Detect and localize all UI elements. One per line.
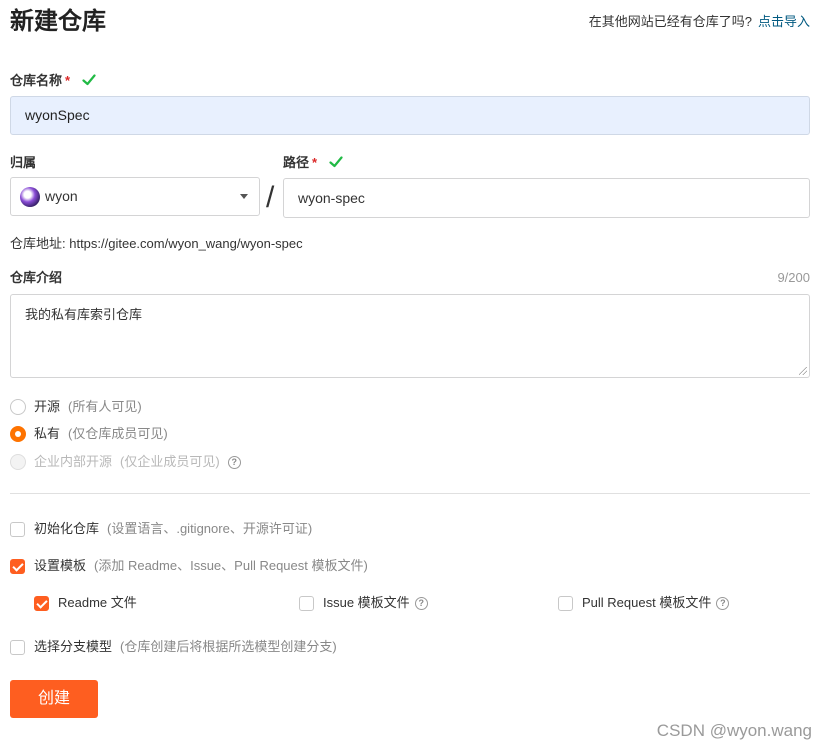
visibility-option-private[interactable]: 私有 (仅仓库成员可见)	[10, 424, 168, 444]
option-label: 设置模板	[34, 558, 87, 573]
template-issue[interactable]: Issue 模板文件 ?	[299, 593, 428, 613]
radio-hint: (仅企业成员可见)	[120, 454, 220, 469]
option-label: Pull Request 模板文件	[582, 595, 712, 610]
path-separator: /	[266, 181, 275, 214]
avatar	[20, 187, 40, 207]
description-textarea[interactable]: 我的私有库索引仓库	[10, 294, 810, 378]
checkbox-issue[interactable]	[299, 595, 314, 611]
description-label: 仓库介绍	[10, 270, 63, 285]
radio-label: 企业内部开源	[34, 454, 113, 469]
option-label: Issue 模板文件	[323, 595, 410, 610]
radio-hint: (所有人可见)	[68, 399, 142, 414]
checkbox-pull-request[interactable]	[558, 595, 573, 611]
chevron-down-icon	[240, 194, 248, 199]
checkbox-init-repo[interactable]	[10, 521, 25, 537]
option-init-repo[interactable]: 初始化仓库 (设置语言、.gitignore、开源许可证)	[10, 519, 312, 539]
path-label-text: 路径	[283, 155, 310, 170]
check-icon	[329, 156, 343, 168]
option-label: Readme 文件	[58, 595, 137, 610]
radio-private[interactable]	[10, 426, 26, 442]
repo-address: 仓库地址: https://gitee.com/wyon_wang/wyon-s…	[10, 236, 303, 251]
divider	[10, 493, 810, 494]
create-button[interactable]: 创建	[10, 680, 98, 718]
checkbox-branch-model[interactable]	[10, 639, 25, 655]
path-label: 路径 *	[283, 154, 343, 172]
path-input[interactable]: wyon-spec	[283, 178, 810, 218]
import-prompt: 在其他网站已经有仓库了吗? 点击导入	[589, 12, 810, 32]
help-icon[interactable]: ?	[716, 596, 730, 610]
repo-name-input[interactable]: wyonSpec	[10, 96, 810, 135]
template-readme[interactable]: Readme 文件	[34, 593, 137, 613]
option-label: 选择分支模型	[34, 639, 113, 654]
required-mark: *	[312, 155, 318, 170]
visibility-option-enterprise: 企业内部开源 (仅企业成员可见) ?	[10, 452, 241, 472]
option-label: 初始化仓库	[34, 521, 100, 536]
option-hint: (添加 Readme、Issue、Pull Request 模板文件)	[94, 558, 368, 573]
checkbox-readme[interactable]	[34, 595, 49, 611]
option-hint: (设置语言、.gitignore、开源许可证)	[107, 521, 313, 536]
owner-label: 归属	[10, 155, 37, 170]
repo-name-label: 仓库名称 *	[10, 72, 96, 90]
radio-hint: (仅仓库成员可见)	[68, 426, 168, 441]
help-icon[interactable]: ?	[227, 455, 241, 469]
radio-label: 私有	[34, 426, 61, 441]
option-template[interactable]: 设置模板 (添加 Readme、Issue、Pull Request 模板文件)	[10, 556, 368, 576]
required-mark: *	[65, 73, 71, 88]
page-title: 新建仓库	[10, 8, 106, 35]
watermark: CSDN @wyon.wang	[656, 721, 812, 740]
checkbox-template[interactable]	[10, 558, 25, 574]
visibility-option-public[interactable]: 开源 (所有人可见)	[10, 397, 142, 417]
description-value: 我的私有库索引仓库	[25, 307, 143, 322]
radio-public[interactable]	[10, 399, 26, 415]
import-link[interactable]: 点击导入	[758, 14, 810, 29]
help-icon[interactable]: ?	[414, 596, 428, 610]
option-branch-model[interactable]: 选择分支模型 (仓库创建后将根据所选模型创建分支)	[10, 637, 337, 657]
option-hint: (仓库创建后将根据所选模型创建分支)	[120, 639, 337, 654]
import-prompt-text: 在其他网站已经有仓库了吗?	[588, 14, 752, 29]
check-icon	[82, 74, 96, 86]
radio-label: 开源	[34, 399, 61, 414]
resize-handle[interactable]	[799, 367, 807, 375]
owner-value: wyon	[45, 188, 78, 204]
repo-name-label-text: 仓库名称	[10, 73, 63, 88]
owner-select[interactable]: wyon	[10, 177, 260, 216]
description-counter: 9/200	[777, 270, 810, 285]
template-pull-request[interactable]: Pull Request 模板文件 ?	[558, 593, 730, 613]
radio-enterprise	[10, 454, 26, 470]
